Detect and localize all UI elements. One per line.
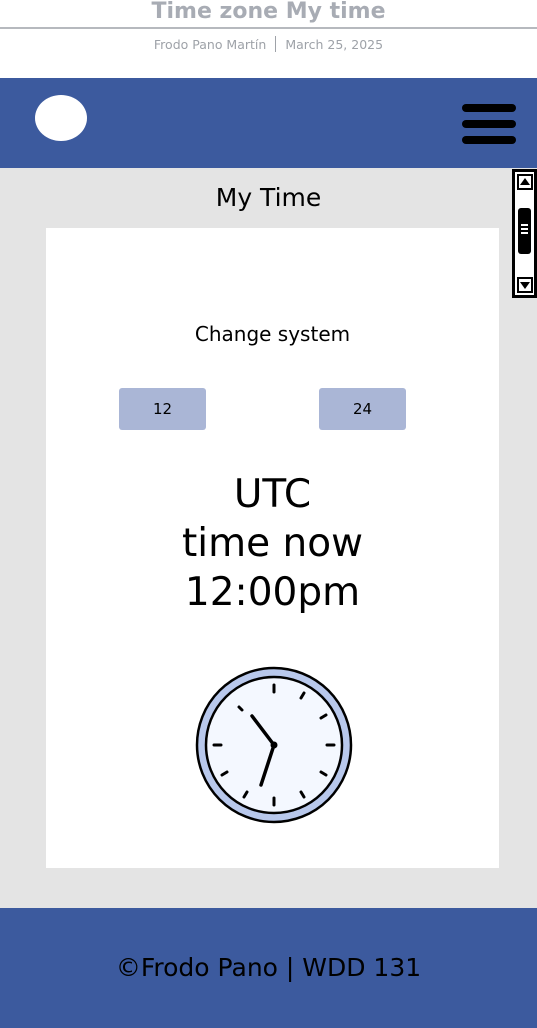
scroll-thumb[interactable] (518, 208, 531, 254)
author-name: Frodo Pano Martín (153, 36, 267, 52)
publish-date: March 25, 2025 (285, 36, 384, 52)
main-content: My Time Change system 12 24 UTC time now… (0, 168, 537, 908)
scroll-down-icon[interactable] (517, 277, 533, 293)
footer: ©Frodo Pano | WDD 131 (0, 908, 537, 1028)
document-meta: Frodo Pano Martín March 25, 2025 (0, 36, 537, 52)
twentyfour-hour-button[interactable]: 24 (319, 388, 406, 430)
navbar (0, 78, 537, 168)
document-header: Time zone My time Frodo Pano Martín Marc… (0, 0, 537, 78)
footer-credit: ©Frodo Pano | WDD 131 (115, 953, 422, 982)
meta-separator (275, 36, 277, 52)
time-label: time now (182, 521, 363, 566)
circle-logo-icon[interactable] (35, 95, 87, 141)
hamburger-menu-icon[interactable] (462, 103, 518, 145)
analog-clock-icon (195, 666, 353, 824)
document-title: Time zone My time (151, 0, 386, 24)
time-value: 12:00pm (184, 570, 361, 615)
header-divider (0, 27, 537, 29)
change-system-label: Change system (194, 322, 351, 346)
time-display: UTC time now 12:00pm (46, 470, 499, 617)
time-card: Change system 12 24 UTC time now 12:00pm (46, 228, 499, 868)
scroll-up-icon[interactable] (517, 174, 533, 190)
time-zone: UTC (233, 472, 312, 517)
twelve-hour-button[interactable]: 12 (119, 388, 206, 430)
scrollbar[interactable] (512, 169, 537, 298)
page-title: My Time (215, 183, 322, 212)
